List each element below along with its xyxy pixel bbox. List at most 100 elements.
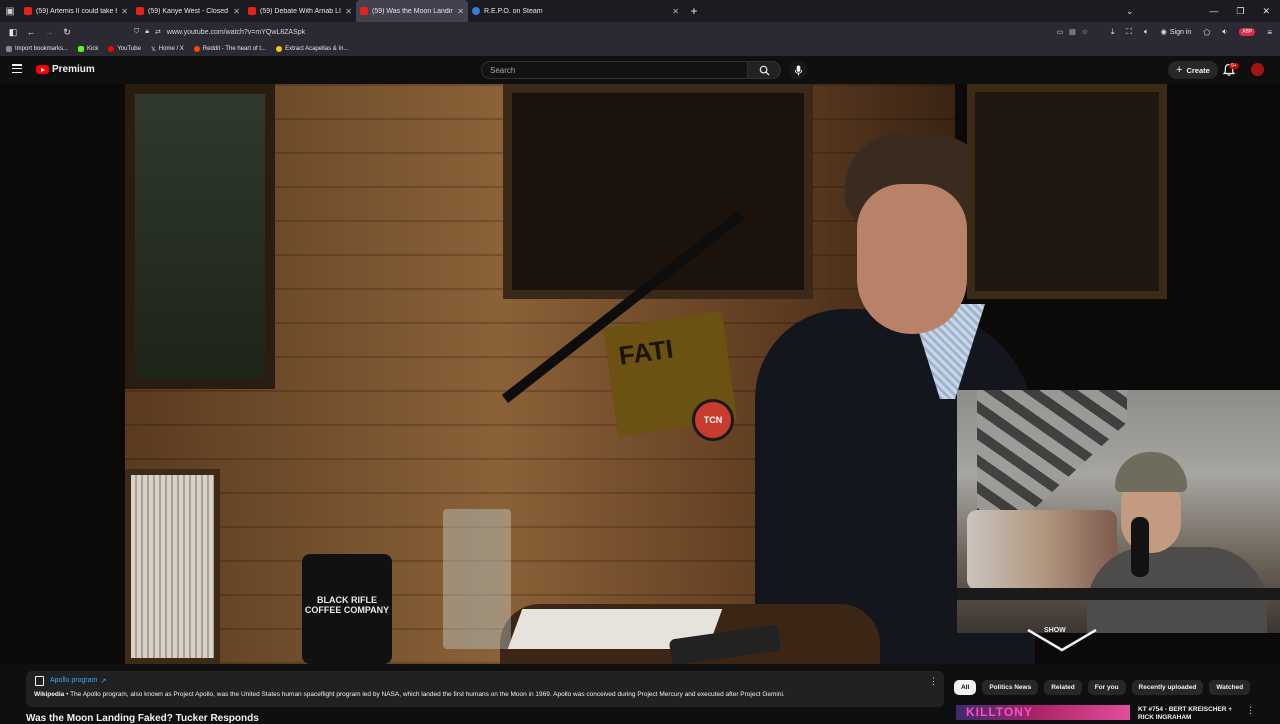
chip-politics-news[interactable]: Politics News: [982, 680, 1039, 695]
youtube-masthead: Premium + Create: [0, 56, 1280, 84]
bookmark-label: Import bookmarks...: [15, 46, 69, 52]
browser-tab[interactable]: (59) Debate With Arnab LIVE: A ✕: [244, 0, 356, 22]
create-button[interactable]: + Create: [1168, 61, 1218, 79]
toolbar-right: ⤓ ⛶ 🔈︎ ◉ Sign in ⬠ 🔉︎ ABP ≡: [1111, 22, 1272, 42]
show-badge-text: SHOW: [1044, 627, 1066, 634]
youtube-favicon-icon: [360, 7, 368, 15]
chip-related[interactable]: Related: [1044, 680, 1082, 695]
video-title: Was the Moon Landing Faked? Tucker Respo…: [26, 713, 259, 724]
sign-in-button[interactable]: ◉ Sign in: [1161, 28, 1192, 37]
hamburger-menu-icon[interactable]: [12, 64, 22, 73]
bookmark-kick[interactable]: Kick: [78, 46, 98, 52]
bookmark-star-icon[interactable]: ☆: [1082, 28, 1088, 36]
browser-tab-active[interactable]: (59) Was the Moon Landing Fa ✕: [356, 0, 468, 22]
logo-text: Premium: [52, 64, 95, 75]
filter-chips: All Politics News Related For you Recent…: [954, 680, 1251, 695]
voice-search-button[interactable]: [789, 61, 807, 79]
info-source: Wikipedia: [34, 691, 65, 698]
bookmark-label: Kick: [87, 46, 99, 52]
sidebar-toggle-icon[interactable]: ◧: [4, 27, 22, 38]
tab-overflow-icon[interactable]: ⌄: [1126, 6, 1134, 17]
bookmark-label: Reddit - The heart of t...: [202, 46, 267, 52]
acapella-icon: [276, 46, 283, 52]
search-input[interactable]: [481, 61, 748, 79]
chip-recently-uploaded[interactable]: Recently uploaded: [1131, 680, 1204, 695]
youtube-favicon-icon: [136, 7, 144, 15]
address-bar[interactable]: ⛉ 🔒︎ ⇄ www.youtube.com/watch?v=mYQwL8ZAS…: [134, 24, 1088, 40]
downloads-icon[interactable]: ⤓: [1111, 27, 1115, 37]
wall-painting: [967, 84, 1167, 299]
video-frame: FATI BLACK RIFLE COFFEE COMPANY: [125, 84, 1035, 664]
close-tab-icon[interactable]: ✕: [233, 7, 240, 16]
avatar[interactable]: [1251, 63, 1264, 76]
window-controls: ⌄ — ❐ ✕: [1126, 0, 1280, 22]
microphone-icon: [794, 64, 802, 76]
show-overlay-badge: SHOW: [1027, 626, 1097, 654]
sound-icon[interactable]: 🔈︎: [1144, 27, 1149, 37]
extension-badge-icon[interactable]: ABP: [1239, 28, 1256, 36]
url-text[interactable]: www.youtube.com/watch?v=mYQwL8ZASpk: [167, 29, 305, 36]
bookmark-reddit[interactable]: Reddit - The heart of t...: [193, 46, 267, 52]
steam-favicon-icon: [472, 7, 480, 15]
lock-icon[interactable]: 🔒︎: [145, 28, 149, 36]
close-tab-icon[interactable]: ✕: [345, 7, 352, 16]
info-panel-text: Wikipedia • The Apollo program, also kno…: [34, 691, 785, 698]
x-logo-icon: 𝕏: [150, 46, 156, 53]
bookmark-x[interactable]: 𝕏 Home / X: [151, 46, 184, 53]
youtube-icon: [108, 46, 115, 52]
tab-title: (59) Was the Moon Landing Fa: [372, 7, 454, 15]
mute-tab-icon[interactable]: 🔉︎: [1222, 27, 1227, 37]
close-tab-icon[interactable]: ✕: [457, 7, 464, 16]
back-icon[interactable]: ←: [22, 27, 40, 37]
tab-list-icon[interactable]: ▣: [0, 0, 20, 22]
youtube-favicon-icon: [248, 7, 256, 15]
chip-for-you[interactable]: For you: [1087, 680, 1126, 695]
mic-logo: TCN: [692, 399, 734, 441]
bookmark-youtube[interactable]: YouTube: [108, 46, 141, 52]
close-tab-icon[interactable]: ✕: [121, 7, 128, 16]
new-tab-button[interactable]: +: [683, 4, 705, 18]
browser-tab[interactable]: (59) Artemis II could take huma ✕: [20, 0, 132, 22]
forward-icon[interactable]: →: [40, 27, 58, 37]
info-panel-link[interactable]: Apollo program ↗: [50, 677, 106, 685]
chip-watched[interactable]: Watched: [1209, 680, 1251, 695]
search-button[interactable]: [748, 61, 781, 79]
reload-icon[interactable]: ↻: [58, 27, 76, 38]
browser-tab[interactable]: (59) Kanye West - Closed O ✕: [132, 0, 244, 22]
permissions-icon[interactable]: ⇄: [155, 28, 161, 36]
extensions-icon[interactable]: ⬠: [1203, 28, 1210, 37]
bookmark-import[interactable]: Import bookmarks...: [6, 46, 68, 52]
youtube-play-icon: [36, 65, 49, 74]
import-icon: [6, 46, 12, 52]
youtube-favicon-icon: [24, 7, 32, 15]
coffee-mug: BLACK RIFLE COFFEE COMPANY: [302, 554, 392, 664]
information-panel: Apollo program ↗ Wikipedia • The Apollo …: [26, 671, 944, 707]
recommendation-thumbnail[interactable]: KILLTONY: [956, 705, 1130, 720]
menu-icon[interactable]: ≡: [1267, 28, 1272, 37]
picture-in-picture-icon[interactable]: ▭: [1056, 28, 1063, 36]
reader-view-icon[interactable]: ▤: [1069, 28, 1076, 36]
sign-in-label: Sign in: [1169, 28, 1192, 36]
bookmark-label: Extract Acapellas & In...: [285, 46, 349, 52]
bookmark-label: Home / X: [158, 46, 184, 52]
notification-count-badge: 9+: [1229, 63, 1239, 69]
webcam-overlay: [957, 390, 1280, 633]
minimize-icon[interactable]: —: [1209, 6, 1218, 16]
create-label: Create: [1186, 65, 1210, 75]
browser-tab[interactable]: R.E.P.O. on Steam ✕: [468, 0, 683, 22]
bookmarks-bar: Import bookmarks... Kick YouTube 𝕏 Home /…: [0, 42, 1280, 56]
more-options-icon[interactable]: ⋮: [929, 677, 938, 686]
tab-title: (59) Debate With Arnab LIVE: A: [260, 7, 341, 15]
chip-all[interactable]: All: [954, 680, 977, 695]
bookmark-acapellas[interactable]: Extract Acapellas & In...: [276, 46, 348, 52]
restore-icon[interactable]: ❐: [1236, 6, 1244, 17]
tracking-shield-icon[interactable]: ⛉: [134, 28, 139, 36]
close-tab-icon[interactable]: ✕: [672, 7, 679, 16]
close-window-icon[interactable]: ✕: [1262, 6, 1270, 17]
screenshot-icon[interactable]: ⛶: [1126, 27, 1132, 37]
search-box: [481, 61, 781, 79]
youtube-premium-logo[interactable]: Premium: [36, 64, 95, 75]
more-options-icon[interactable]: ⋮: [1246, 705, 1255, 716]
info-card-icon: [35, 676, 44, 686]
plus-icon: +: [1176, 64, 1183, 76]
